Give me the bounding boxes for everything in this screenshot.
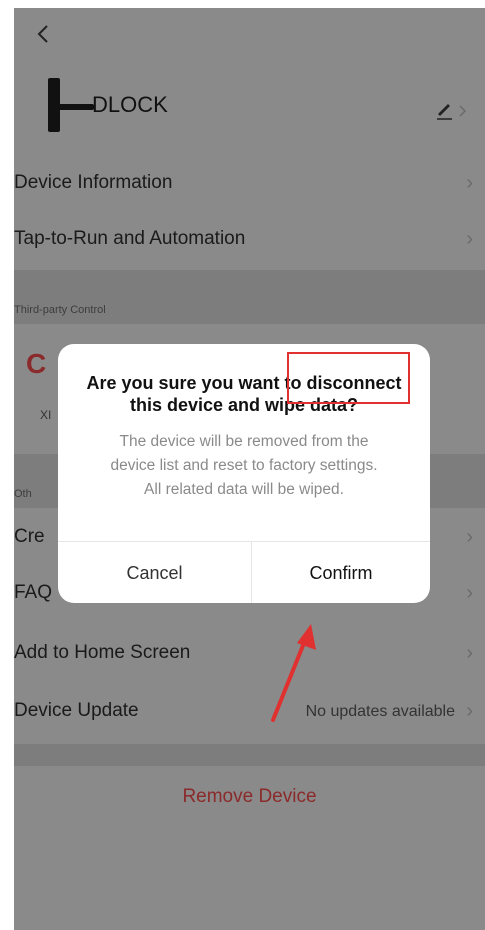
section-separator bbox=[14, 270, 485, 294]
cancel-button[interactable]: Cancel bbox=[58, 542, 251, 603]
section-separator bbox=[14, 744, 485, 766]
chevron-left-icon[interactable] bbox=[36, 24, 50, 44]
smart-lock-icon bbox=[48, 78, 94, 132]
menu-item-label: Tap-to-Run and Automation bbox=[14, 228, 246, 249]
dialog-message: The device will be removed from the devi… bbox=[58, 430, 430, 502]
dialog-message-line: All related data will be wiped. bbox=[144, 481, 344, 498]
section-header-others: Oth bbox=[14, 488, 32, 500]
confirm-highlight-box bbox=[287, 352, 410, 404]
chevron-right-icon: › bbox=[466, 526, 473, 548]
remove-device-label: Remove Device bbox=[182, 786, 317, 807]
device-update-status: No updates available bbox=[305, 703, 455, 720]
chevron-right-icon: › bbox=[466, 642, 473, 664]
menu-item-device-information[interactable]: Device Information › bbox=[14, 160, 485, 208]
section-header-third-party: Third-party Control bbox=[14, 304, 106, 316]
confirm-button[interactable]: Confirm bbox=[252, 542, 430, 603]
chevron-right-icon: › bbox=[466, 228, 473, 250]
menu-item-label: Add to Home Screen bbox=[14, 642, 191, 663]
menu-item-label: FAQ bbox=[14, 582, 53, 603]
menu-item-device-update[interactable]: Device Update No updates available › bbox=[14, 688, 485, 736]
menu-item-tap-to-run[interactable]: Tap-to-Run and Automation › bbox=[14, 216, 485, 264]
pencil-icon[interactable] bbox=[434, 100, 470, 120]
confirm-dialog: Are you sure you want to disconnect this… bbox=[58, 344, 430, 603]
chevron-right-icon: › bbox=[466, 700, 473, 722]
chevron-right-icon: › bbox=[466, 172, 473, 194]
remove-device-button[interactable]: Remove Device bbox=[14, 766, 485, 826]
menu-item-label: Device Update bbox=[14, 700, 139, 721]
third-party-logo-icon[interactable]: C bbox=[26, 348, 46, 380]
device-header: DLOCK bbox=[14, 68, 485, 138]
third-party-item-label: XI bbox=[40, 408, 52, 422]
dialog-actions: Cancel Confirm bbox=[58, 541, 430, 603]
menu-item-label: Cre bbox=[14, 526, 45, 547]
third-party-header-band: Third-party Control bbox=[14, 294, 485, 324]
chevron-right-icon: › bbox=[466, 582, 473, 604]
menu-item-label: Device Information bbox=[14, 172, 173, 193]
dialog-message-line: device list and reset to factory setting… bbox=[110, 457, 378, 474]
annotation-arrow-icon bbox=[271, 624, 316, 722]
device-name: DLOCK bbox=[92, 92, 168, 117]
dialog-message-line: The device will be removed from the bbox=[119, 433, 369, 450]
app-screen: DLOCK Device Information › Tap-to-Run an… bbox=[14, 8, 485, 930]
menu-item-add-to-home-screen[interactable]: Add to Home Screen › bbox=[14, 630, 485, 678]
